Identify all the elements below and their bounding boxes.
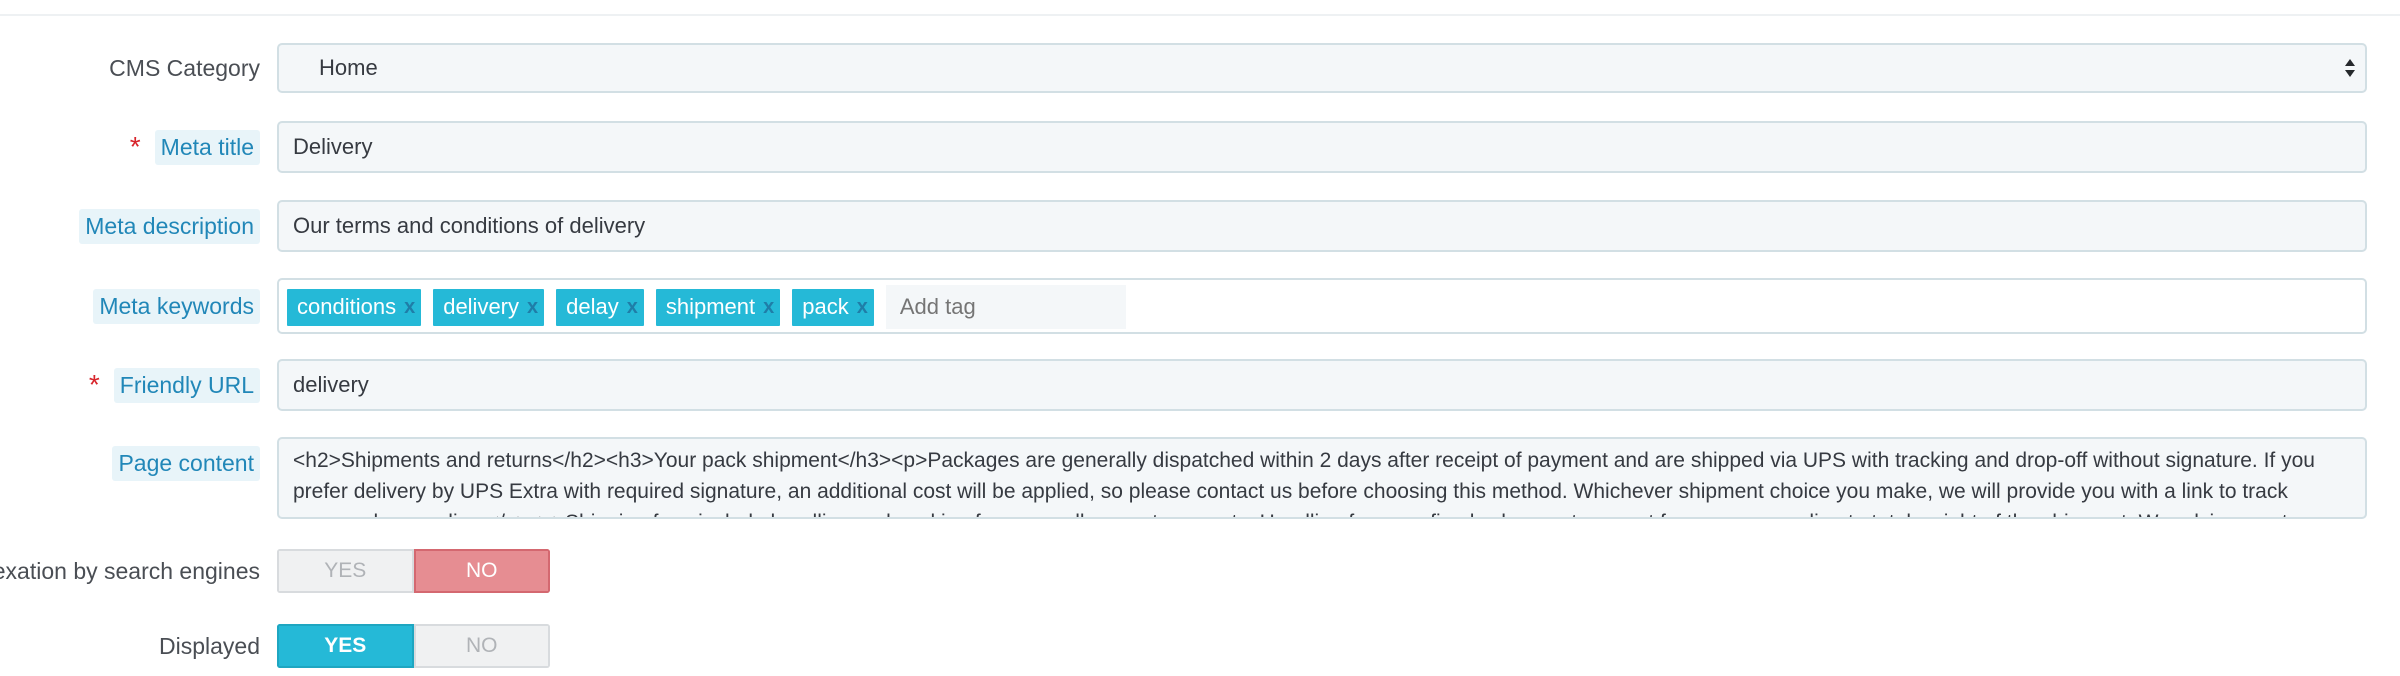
cms-category-value: Home [319,55,378,80]
tag: shipment x [655,288,781,326]
meta-title-label[interactable]: Meta title [154,129,260,165]
tag: delay x [556,288,644,326]
tag-remove-icon[interactable]: x [404,296,415,319]
page-content-row: Page content <h2>Shipments and returns</… [0,437,2400,519]
meta-description-label[interactable]: Meta description [79,208,260,244]
meta-description-value: Our terms and conditions of delivery [293,213,646,238]
friendly-url-input[interactable]: delivery [277,359,2367,411]
cms-category-label: CMS Category [109,54,260,81]
select-arrows-icon [2343,57,2357,79]
tag-label: pack [802,294,849,319]
meta-title-input[interactable]: Delivery [277,121,2367,173]
meta-title-value: Delivery [293,134,373,159]
meta-description-input[interactable]: Our terms and conditions of delivery [277,200,2367,252]
friendly-url-value: delivery [293,372,369,397]
page-content-textarea[interactable]: <h2>Shipments and returns</h2><h3>Your p… [277,437,2367,519]
displayed-no-option[interactable]: NO [413,624,550,668]
displayed-row: Displayed YES NO [0,624,2400,668]
required-asterisk: * [88,369,100,400]
friendly-url-row: * Friendly URL delivery [0,359,2400,411]
meta-keywords-tag-input[interactable]: conditions x delivery x delay x shipment x p… [277,278,2367,334]
displayed-label: Displayed [159,632,260,659]
tag-label: shipment [665,294,756,319]
cms-category-row: CMS Category Home [0,43,2400,93]
indexation-no-option[interactable]: NO [413,549,550,593]
meta-title-row: * Meta title Delivery [0,121,2400,173]
tag-remove-icon[interactable]: x [857,296,868,319]
page-content-value: <h2>Shipments and returns</h2><h3>Your p… [293,449,2315,517]
cms-category-select[interactable]: Home [277,43,2367,93]
tag: conditions x [287,288,422,326]
tags-container: conditions x delivery x delay x shipment x p… [287,285,1126,329]
friendly-url-label[interactable]: Friendly URL [113,367,260,403]
indexation-row: exation by search engines YES NO [0,549,2400,593]
meta-keywords-row: Meta keywords conditions x delivery x dela… [0,278,2400,334]
displayed-yes-option[interactable]: YES [277,624,414,668]
page-content-label[interactable]: Page content [112,445,260,481]
add-tag-input[interactable] [885,285,1126,329]
meta-description-row: Meta description Our terms and condition… [0,200,2400,252]
tag-label: conditions [297,294,397,319]
required-asterisk: * [129,131,141,162]
tag: pack x [792,288,874,326]
indexation-toggle[interactable]: YES NO [277,549,550,593]
tag-remove-icon[interactable]: x [527,296,538,319]
displayed-toggle[interactable]: YES NO [277,624,550,668]
meta-keywords-label[interactable]: Meta keywords [93,288,260,324]
top-divider [0,0,2400,16]
tag-label: delivery [443,294,520,319]
tag: delivery x [433,288,545,326]
tag-remove-icon[interactable]: x [627,296,638,319]
indexation-label: exation by search engines [0,557,260,584]
tag-remove-icon[interactable]: x [763,296,774,319]
indexation-yes-option[interactable]: YES [277,549,414,593]
tag-label: delay [566,294,619,319]
